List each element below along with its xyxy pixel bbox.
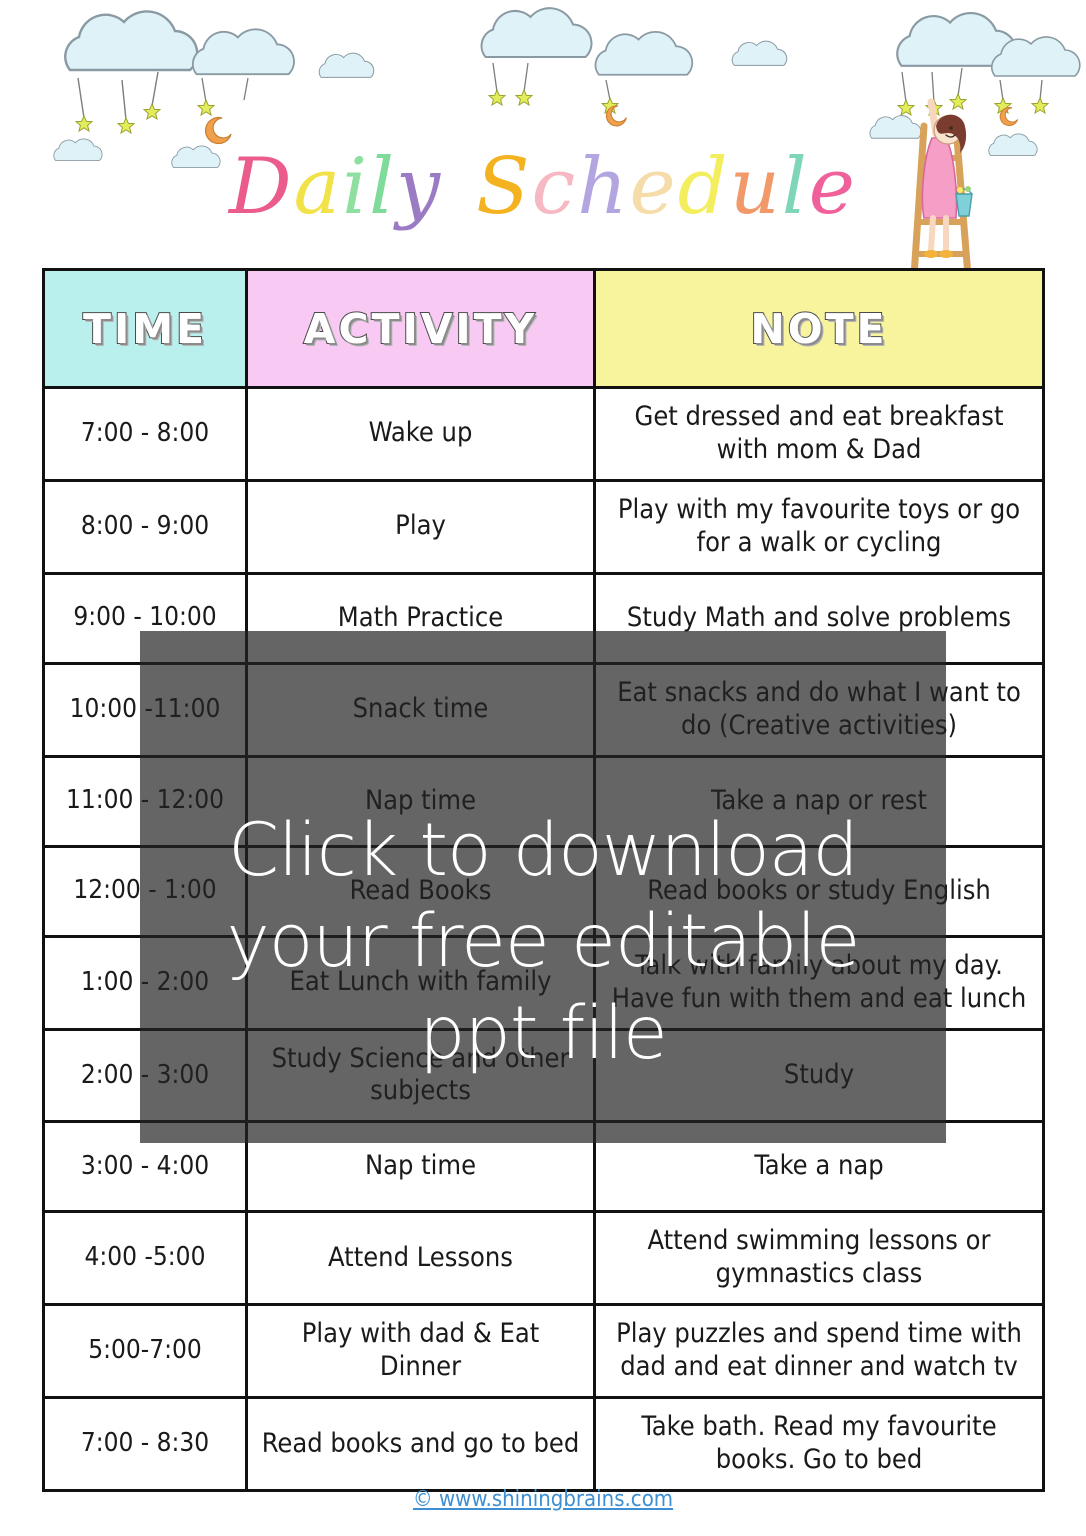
star-icon xyxy=(75,115,93,132)
title-letter-12: l xyxy=(781,142,809,232)
row-time: 7:00 - 8:30 xyxy=(42,1396,248,1492)
title-letter-11: u xyxy=(729,142,782,232)
row-time: 8:00 - 9:00 xyxy=(42,478,248,575)
title-letter-4: y xyxy=(396,142,443,232)
title-letter-3: l xyxy=(369,142,397,232)
footer: © www.shiningbrains.com xyxy=(0,1487,1086,1512)
star-icon xyxy=(117,117,135,134)
footer-website-link[interactable]: © www.shiningbrains.com xyxy=(413,1487,673,1512)
table-row: 8:00 - 9:00 Play Play with my favourite to… xyxy=(42,478,1045,575)
moon-icon xyxy=(999,107,1019,126)
title-letter-9: e xyxy=(629,142,678,232)
row-activity: Play with dad & Eat Dinner xyxy=(245,1303,596,1400)
star-icon xyxy=(143,103,161,120)
row-activity: Play xyxy=(245,478,596,575)
row-time: 4:00 -5:00 xyxy=(42,1210,248,1307)
column-header-activity-label: ACTIVITY xyxy=(303,304,538,354)
cloud-string-stars xyxy=(605,79,611,101)
title-letter-7: c xyxy=(531,142,578,232)
row-time: 5:00-7:00 xyxy=(42,1303,248,1400)
cloud-string-stars xyxy=(901,67,963,103)
column-header-time: TIME xyxy=(42,268,248,389)
decoration-layer xyxy=(53,7,1081,280)
column-header-note-label: NOTE xyxy=(749,304,888,354)
cloud-string-stars xyxy=(201,77,249,103)
page-title: Daily Schedule xyxy=(0,148,1086,226)
table-header: TIME ACTIVITY NOTE xyxy=(42,268,1045,389)
title-letter-6: S xyxy=(476,142,532,232)
table-row: 7:00 - 8:30 Read books and go to bed Take … xyxy=(42,1396,1045,1492)
row-note: Take bath. Read my favourite books. Go t… xyxy=(593,1396,1045,1492)
overlay-line-3: ppt file xyxy=(419,990,668,1076)
star-icon xyxy=(1031,97,1049,114)
overlay-line-2: your free editable xyxy=(226,899,861,985)
row-activity: Read books and go to bed xyxy=(245,1396,596,1492)
column-header-activity: ACTIVITY xyxy=(245,268,596,389)
star-icon xyxy=(949,93,967,110)
row-note: Attend swimming lessons or gymnastics cl… xyxy=(593,1210,1045,1307)
title-letter-8: h xyxy=(577,142,630,232)
cloud-icon xyxy=(594,30,694,76)
moon-icon xyxy=(605,105,627,127)
cloud-string-stars xyxy=(77,71,159,121)
row-note: Get dressed and eat breakfast with mom &… xyxy=(593,386,1045,482)
title-letter-2: i xyxy=(342,142,370,232)
cloud-string-stars xyxy=(999,79,1043,101)
column-header-time-label: TIME xyxy=(82,304,208,354)
cloud-icon xyxy=(869,115,922,139)
table-row: 7:00 - 8:00 Wake up Get dressed and eat br… xyxy=(42,386,1045,482)
overlay-line-1: Click to download xyxy=(228,808,859,894)
star-icon xyxy=(515,89,533,106)
star-icon xyxy=(897,99,915,116)
row-activity: Attend Lessons xyxy=(245,1210,596,1307)
cloud-string-stars xyxy=(492,62,529,93)
row-activity: Wake up xyxy=(245,386,596,482)
star-icon xyxy=(601,97,619,114)
column-header-note: NOTE xyxy=(593,268,1045,389)
cloud-icon xyxy=(731,40,788,66)
page-title-text: Daily Schedule xyxy=(229,148,857,226)
row-time: 7:00 - 8:00 xyxy=(42,386,248,482)
row-note: Play puzzles and spend time with dad and… xyxy=(593,1303,1045,1400)
table-header-row: TIME ACTIVITY NOTE xyxy=(42,268,1045,389)
table-row: 4:00 -5:00 Attend Lessons Attend swimming … xyxy=(42,1210,1045,1307)
title-letter-10: d xyxy=(677,142,730,232)
daily-schedule-page: Daily Schedule TIME ACTIVITY NOTE 7:00 -… xyxy=(0,0,1086,1536)
cloud-icon xyxy=(64,10,199,72)
table-row: 5:00-7:00 Play with dad & Eat Dinner Play … xyxy=(42,1303,1045,1400)
star-icon xyxy=(488,89,506,106)
star-icon xyxy=(994,97,1012,114)
row-note: Play with my favourite toys or go for a … xyxy=(593,478,1045,575)
title-letter-13: e xyxy=(808,142,857,232)
title-letter-1: a xyxy=(293,142,343,232)
title-letter-0: D xyxy=(229,142,294,232)
download-overlay-cta[interactable]: Click to download your free editable ppt… xyxy=(140,631,946,1143)
cloud-icon xyxy=(480,7,593,58)
cloud-icon xyxy=(896,11,1018,67)
star-icon xyxy=(925,99,943,116)
cloud-icon xyxy=(191,28,295,76)
star-icon xyxy=(197,99,215,116)
cloud-icon xyxy=(318,52,375,78)
cloud-icon xyxy=(991,36,1081,77)
